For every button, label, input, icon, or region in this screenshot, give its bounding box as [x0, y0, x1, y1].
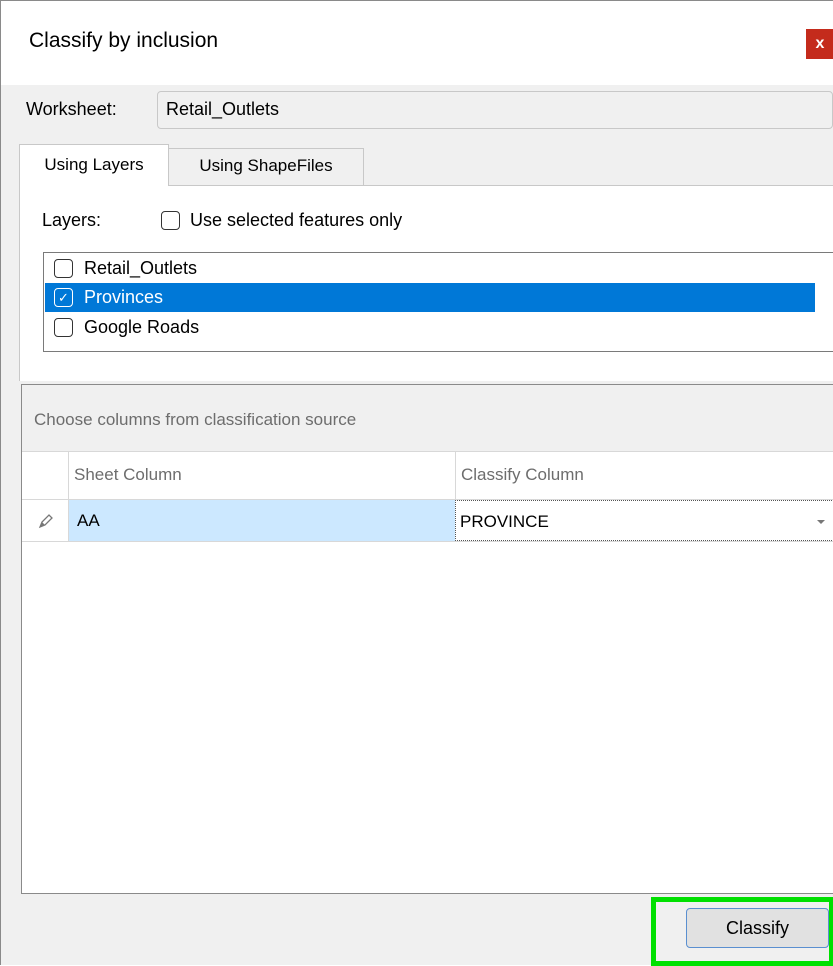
close-icon: x: [815, 35, 825, 52]
chevron-down-icon[interactable]: [814, 514, 828, 528]
tab-strip: Using Layers Using ShapeFiles: [19, 144, 833, 186]
column-header-sheet[interactable]: Sheet Column: [68, 452, 455, 499]
title-bar: Classify by inclusion x: [1, 1, 833, 85]
layers-label: Layers:: [42, 210, 102, 230]
classify-column-value: PROVINCE: [460, 512, 549, 531]
column-header-classify[interactable]: Classify Column: [455, 452, 833, 499]
cell-sheet-column[interactable]: AA: [68, 500, 455, 541]
classify-column-dropdown[interactable]: PROVINCE: [455, 500, 833, 541]
list-item-google-roads[interactable]: Google Roads: [45, 313, 815, 342]
classify-button[interactable]: Classify: [686, 908, 829, 948]
layer-label: Retail_Outlets: [84, 258, 198, 278]
checkmark-icon: ✓: [58, 290, 69, 305]
tab-using-shapefiles[interactable]: Using ShapeFiles: [169, 148, 364, 186]
layer-list[interactable]: Retail_Outlets ✓ Provinces Google Roads: [43, 252, 833, 352]
pencil-icon: [36, 511, 56, 531]
layers-tab-panel: Layers: Use selected features only Retai…: [19, 185, 833, 381]
close-button[interactable]: x: [806, 29, 833, 59]
table-row[interactable]: AA PROVINCE: [22, 500, 833, 542]
layer-label: Provinces: [84, 287, 164, 307]
grid-header: Sheet Column Classify Column: [22, 452, 833, 500]
dialog-title: Classify by inclusion: [29, 29, 219, 52]
grid-caption: Choose columns from classification sourc…: [22, 385, 833, 452]
classify-dialog: Classify by inclusion x Worksheet: Retai…: [0, 0, 833, 966]
worksheet-field: Retail_Outlets: [157, 91, 833, 129]
layer-label: Google Roads: [84, 317, 200, 337]
selected-only-label[interactable]: Use selected features only: [190, 210, 402, 231]
layer-checkbox[interactable]: [54, 318, 73, 337]
tab-using-layers[interactable]: Using Layers: [19, 144, 169, 186]
selected-only-checkbox[interactable]: [161, 211, 180, 230]
layer-checkbox[interactable]: ✓: [54, 288, 73, 307]
list-item-provinces[interactable]: ✓ Provinces: [45, 283, 815, 312]
layer-checkbox[interactable]: [54, 259, 73, 278]
column-mapping-grid: Choose columns from classification sourc…: [21, 384, 833, 894]
worksheet-label: Worksheet:: [26, 99, 117, 119]
list-item-retail-outlets[interactable]: Retail_Outlets: [45, 254, 815, 283]
